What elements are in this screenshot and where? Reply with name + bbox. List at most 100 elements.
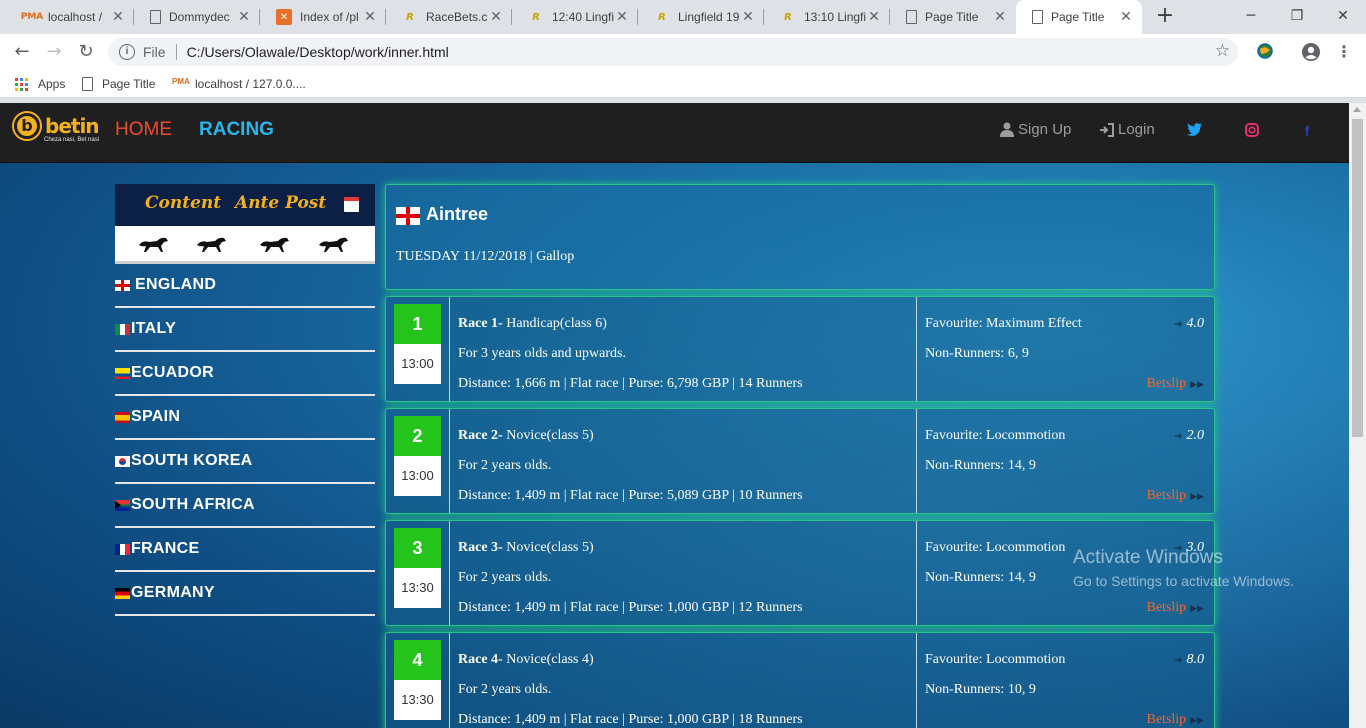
- close-window-icon[interactable]: ✕: [1320, 0, 1366, 34]
- scrollbar-thumb[interactable]: [1352, 119, 1363, 437]
- race-card[interactable]: 1 13:00 Race 1- Handicap(class 6) For 3 …: [385, 296, 1215, 402]
- close-tab-icon[interactable]: ✕: [740, 9, 756, 25]
- double-chevron-icon: ▶▶: [1190, 715, 1204, 725]
- tab-content[interactable]: Content: [145, 193, 221, 213]
- country-label: SOUTH AFRICA: [131, 496, 255, 513]
- sidebar-item-france[interactable]: FRANCE: [115, 528, 375, 572]
- race-title: Race 4- Novice(class 4): [458, 652, 594, 668]
- race-eligibility: For 2 years olds.: [458, 682, 552, 697]
- race-card[interactable]: 2 13:00 Race 2- Novice(class 5) For 2 ye…: [385, 408, 1215, 514]
- tab-ante-post[interactable]: Ante Post: [235, 193, 326, 213]
- bookmark-apps[interactable]: Apps: [15, 75, 65, 93]
- browser-tab[interactable]: ✕ Index of /pl ✕: [260, 0, 386, 34]
- extension-globe-icon[interactable]: [1255, 42, 1275, 62]
- horse-icons-strip: [115, 226, 375, 264]
- race-time: 13:00: [394, 344, 441, 384]
- betslip-link[interactable]: Betslip ▶▶: [1146, 488, 1204, 504]
- close-tab-icon[interactable]: ✕: [488, 9, 504, 25]
- profile-icon[interactable]: [1301, 42, 1321, 62]
- race-favourite: Favourite: Maximum Effect: [925, 316, 1082, 331]
- info-icon[interactable]: i: [119, 44, 135, 60]
- calendar-icon[interactable]: [344, 197, 359, 212]
- sidebar-item-england[interactable]: ENGLAND: [115, 264, 375, 308]
- sidebar-item-south-africa[interactable]: SOUTH AFRICA: [115, 484, 375, 528]
- browser-tab[interactable]: Dommydec ✕: [134, 0, 260, 34]
- race-details: Distance: 1,409 m | Flat race | Purse: 5…: [458, 488, 803, 503]
- signup-label: Sign Up: [1018, 121, 1072, 138]
- racebets-favicon-icon: R: [532, 11, 540, 23]
- country-label: ECUADOR: [131, 364, 214, 381]
- arrow-right-icon: ➔: [1174, 655, 1183, 666]
- page-viewport: b betin Cheza nasi, Bet nasi HOME RACING…: [0, 103, 1349, 728]
- sidebar-item-south-korea[interactable]: SOUTH KOREA: [115, 440, 375, 484]
- racebets-favicon-icon: R: [784, 11, 792, 23]
- back-arrow-icon[interactable]: ←: [10, 40, 34, 64]
- race-details: Distance: 1,666 m | Flat race | Purse: 6…: [458, 376, 803, 391]
- betin-logo[interactable]: b betin Cheza nasi, Bet nasi: [14, 113, 100, 143]
- racebets-favicon-icon: R: [658, 11, 666, 23]
- betslip-label: Betslip: [1146, 600, 1187, 615]
- new-tab-plus-icon[interactable]: +: [1152, 4, 1178, 30]
- betslip-link[interactable]: Betslip ▶▶: [1146, 376, 1204, 392]
- instagram-icon[interactable]: [1244, 123, 1260, 139]
- logo-tagline: Cheza nasi, Bet nasi: [44, 137, 100, 143]
- address-bar[interactable]: i File C:/Users/Olawale/Desktop/work/inn…: [108, 38, 1238, 66]
- nav-home-link[interactable]: HOME: [115, 119, 172, 141]
- login-link[interactable]: Login: [1099, 121, 1155, 138]
- country-label: ENGLAND: [135, 276, 217, 293]
- close-tab-icon[interactable]: ✕: [866, 9, 882, 25]
- page-scrollbar[interactable]: [1349, 103, 1366, 728]
- sidebar-tabs: Content Ante Post: [115, 184, 375, 226]
- scroll-up-arrow-icon[interactable]: [1353, 107, 1361, 112]
- sidebar-item-italy[interactable]: ITALY: [115, 308, 375, 352]
- browser-tab[interactable]: R Lingfield 19 ✕: [638, 0, 764, 34]
- facebook-icon[interactable]: f: [1299, 123, 1315, 139]
- browser-tab[interactable]: Page Title ✕: [890, 0, 1016, 34]
- race-type: Handicap(class 6): [506, 316, 607, 331]
- race-number-badge: 3: [394, 528, 441, 568]
- close-tab-icon[interactable]: ✕: [362, 9, 378, 25]
- browser-tab[interactable]: PMA localhost / ✕: [8, 0, 134, 34]
- arrow-right-icon: ➔: [1174, 431, 1183, 442]
- browser-tab[interactable]: R RaceBets.co ✕: [386, 0, 512, 34]
- close-tab-icon[interactable]: ✕: [614, 9, 630, 25]
- browser-tab[interactable]: R 13:10 Lingfi ✕: [764, 0, 890, 34]
- twitter-icon[interactable]: [1186, 123, 1202, 139]
- close-tab-icon[interactable]: ✕: [110, 9, 126, 25]
- tab-title: Index of /pl: [300, 10, 359, 24]
- browser-tab-active[interactable]: Page Title ✕: [1016, 0, 1142, 34]
- race-number-badge: 1: [394, 304, 441, 344]
- venue-name: Aintree: [426, 204, 489, 224]
- tab-title: Page Title: [1051, 10, 1105, 24]
- sidebar-item-ecuador[interactable]: ECUADOR: [115, 352, 375, 396]
- browser-tab[interactable]: R 12:40 Lingfi ✕: [512, 0, 638, 34]
- betslip-link[interactable]: Betslip ▶▶: [1146, 712, 1204, 728]
- bookmark-star-icon[interactable]: ☆: [1215, 41, 1230, 61]
- close-tab-icon[interactable]: ✕: [992, 9, 1008, 25]
- minimize-icon[interactable]: ─: [1228, 0, 1274, 34]
- site-navbar: b betin Cheza nasi, Bet nasi HOME RACING…: [0, 103, 1349, 163]
- signup-link[interactable]: Sign Up: [1000, 121, 1071, 138]
- browser-toolbar: ← → ↻ i File C:/Users/Olawale/Desktop/wo…: [0, 34, 1366, 70]
- close-tab-icon[interactable]: ✕: [1118, 9, 1134, 25]
- bookmark-page-title[interactable]: Page Title: [82, 75, 155, 93]
- south-korea-flag-icon: [115, 455, 130, 467]
- bookmarks-bar: Apps Page Title PMA localhost / 127.0.0.…: [0, 70, 1366, 98]
- sidebar-item-spain[interactable]: SPAIN: [115, 396, 375, 440]
- race-time: 13:30: [394, 568, 441, 608]
- betslip-link[interactable]: Betslip ▶▶: [1146, 600, 1204, 616]
- race-card[interactable]: 4 13:30 Race 4- Novice(class 4) For 2 ye…: [385, 632, 1215, 728]
- sidebar-item-germany[interactable]: GERMANY: [115, 572, 375, 616]
- bookmark-localhost[interactable]: PMA localhost / 127.0.0....: [172, 75, 306, 93]
- close-tab-icon[interactable]: ✕: [236, 9, 252, 25]
- nav-racing-link[interactable]: RACING: [199, 119, 274, 141]
- url-text[interactable]: C:/Users/Olawale/Desktop/work/inner.html: [187, 44, 449, 60]
- forward-arrow-icon[interactable]: →: [42, 40, 66, 64]
- betslip-label: Betslip: [1146, 488, 1187, 503]
- country-label: GERMANY: [131, 584, 215, 601]
- restore-icon[interactable]: ❐: [1274, 0, 1320, 34]
- race-label: Race 3-: [458, 540, 503, 555]
- menu-kebab-icon[interactable]: ⋮: [1334, 42, 1354, 62]
- reload-icon[interactable]: ↻: [74, 40, 98, 64]
- italy-flag-icon: [115, 323, 130, 335]
